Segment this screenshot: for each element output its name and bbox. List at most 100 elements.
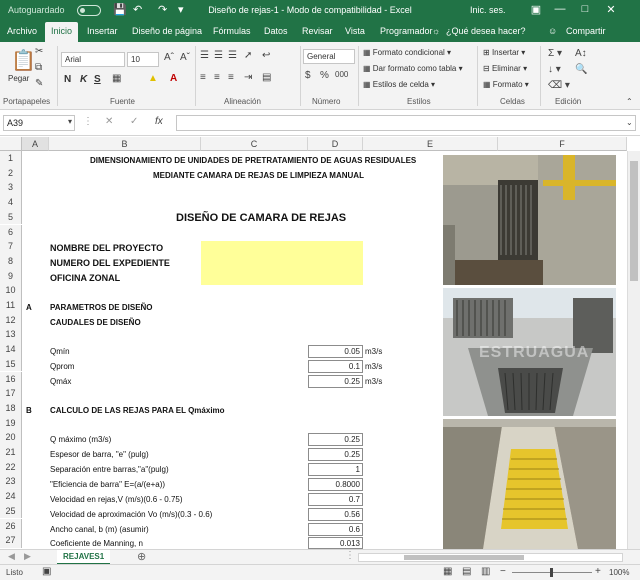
row-header[interactable]: 17 [0, 386, 22, 401]
comma-style-icon[interactable]: 000 [335, 70, 348, 79]
page-layout-view-icon[interactable]: ▤ [462, 566, 471, 577]
row-header[interactable]: 13 [0, 327, 22, 343]
paste-icon[interactable]: 📋 [11, 48, 36, 73]
font-name-select[interactable]: Arial [61, 52, 125, 67]
insert-function-button[interactable]: fx [155, 116, 163, 127]
confirm-entry-icon[interactable]: ✓ [130, 116, 138, 127]
add-sheet-icon[interactable]: ⊕ [137, 550, 146, 563]
zoom-in-icon[interactable]: + [595, 566, 601, 577]
format-cells-button[interactable]: ▦ Formato ▾ [483, 80, 529, 89]
maximize-icon[interactable]: □ [576, 3, 594, 15]
zoom-out-icon[interactable]: − [500, 566, 506, 577]
expand-formula-bar-icon[interactable]: ⌄ [626, 118, 633, 127]
name-box-dropdown-icon[interactable]: ▾ [68, 117, 72, 126]
row-header[interactable]: 15 [0, 356, 22, 372]
merge-center-icon[interactable]: ▤ [262, 72, 271, 83]
collapse-ribbon-icon[interactable]: ⌃ [626, 97, 633, 106]
column-header-a[interactable]: A [22, 137, 49, 151]
select-all-corner[interactable] [0, 137, 22, 151]
bold-button[interactable]: N [64, 74, 71, 85]
row-header[interactable]: 8 [0, 253, 22, 269]
row-header[interactable]: 12 [0, 312, 22, 328]
italic-button[interactable]: K [80, 74, 87, 85]
undo-icon[interactable]: ↶ [133, 3, 142, 16]
row-header[interactable]: 10 [0, 283, 22, 298]
cancel-entry-icon[interactable]: ✕ [105, 116, 113, 127]
share-button[interactable]: Compartir [566, 26, 606, 36]
calc-value-cell[interactable]: 0.56 [308, 508, 363, 521]
font-size-select[interactable]: 10 [127, 52, 159, 67]
row-header[interactable]: 25 [0, 503, 22, 519]
row-header[interactable]: 4 [0, 195, 22, 210]
photo-bar-screen-2[interactable]: ESTRUAGUA [443, 288, 616, 416]
row-header[interactable]: 24 [0, 489, 22, 504]
calc-value-cell[interactable]: 0.25 [308, 433, 363, 446]
tab-inicio[interactable]: Inicio [45, 22, 79, 42]
column-header-b[interactable]: B [49, 137, 201, 151]
normal-view-icon[interactable]: ▦ [443, 566, 452, 577]
save-icon[interactable]: 💾 [113, 3, 127, 16]
row-header[interactable]: 14 [0, 342, 22, 357]
tab-programador[interactable]: Programador [380, 26, 433, 36]
row-header[interactable]: 26 [0, 518, 22, 534]
indent-icon[interactable]: ⇥ [244, 72, 252, 83]
sheet-tab-divider-icon[interactable]: ⋮ [345, 550, 355, 561]
currency-icon[interactable]: $ [305, 70, 311, 81]
row-header[interactable]: 1 [0, 151, 22, 166]
prev-sheet-icon[interactable]: ◀ [8, 551, 15, 562]
decrease-font-icon[interactable]: Aˇ [180, 52, 190, 63]
conditional-format-button[interactable]: ▦ Formato condicional ▾ [363, 48, 451, 57]
tab-datos[interactable]: Datos [264, 26, 288, 36]
calc-value-cell[interactable]: 1 [308, 463, 363, 476]
tab-archivo[interactable]: Archivo [7, 26, 37, 36]
page-break-view-icon[interactable]: ▥ [481, 566, 490, 577]
borders-icon[interactable]: ▦ [112, 73, 121, 84]
row-header[interactable]: 22 [0, 459, 22, 475]
row-header[interactable]: 21 [0, 445, 22, 460]
wrap-text-icon[interactable]: ↩ [262, 50, 270, 61]
row-header[interactable]: 11 [0, 298, 22, 313]
row-header[interactable]: 19 [0, 415, 22, 431]
calc-value-cell[interactable]: 0.7 [308, 493, 363, 506]
row-header[interactable]: 18 [0, 400, 22, 416]
cell-styles-button[interactable]: ▦ Estilos de celda ▾ [363, 80, 435, 89]
align-middle-icon[interactable]: ☰ [214, 50, 223, 61]
row-header[interactable]: 6 [0, 224, 22, 240]
row-header[interactable]: 20 [0, 430, 22, 445]
next-sheet-icon[interactable]: ▶ [24, 551, 31, 562]
name-box[interactable]: A39 [3, 115, 75, 131]
horizontal-scroll-thumb[interactable] [404, 555, 524, 560]
tab-revisar[interactable]: Revisar [302, 26, 333, 36]
orientation-icon[interactable]: ➚ [244, 50, 252, 61]
zoom-slider[interactable] [512, 568, 592, 577]
paste-button[interactable]: Pegar [8, 74, 29, 83]
row-header[interactable]: 9 [0, 268, 22, 284]
row-header[interactable]: 23 [0, 474, 22, 490]
horizontal-scrollbar[interactable] [358, 553, 623, 562]
row-header[interactable]: 5 [0, 209, 22, 225]
column-header-c[interactable]: C [201, 137, 308, 151]
align-right-icon[interactable]: ≡ [228, 72, 234, 83]
photo-bar-screen-3[interactable] [443, 419, 616, 549]
formula-input[interactable] [176, 115, 636, 131]
row-header[interactable]: 3 [0, 180, 22, 196]
calc-value-cell[interactable]: 0.25 [308, 448, 363, 461]
tab-insertar[interactable]: Insertar [87, 26, 118, 36]
row-header[interactable]: 7 [0, 239, 22, 254]
delete-cells-button[interactable]: ⊟ Eliminar ▾ [483, 64, 527, 73]
customize-qat-icon[interactable]: ▾ [178, 3, 184, 16]
tell-me-search[interactable]: ¿Qué desea hacer? [446, 26, 526, 36]
underline-button[interactable]: S [94, 74, 101, 85]
increase-font-icon[interactable]: Aˆ [164, 52, 174, 63]
align-top-icon[interactable]: ☰ [200, 50, 209, 61]
sort-filter-icon[interactable]: A↕ [575, 48, 587, 59]
minimize-icon[interactable]: — [551, 3, 569, 15]
align-left-icon[interactable]: ≡ [200, 72, 206, 83]
redo-icon[interactable]: ↷ [158, 3, 167, 16]
project-info-input-area[interactable] [201, 241, 363, 285]
cut-icon[interactable]: ✂ [35, 46, 43, 57]
align-center-icon[interactable]: ≡ [214, 72, 220, 83]
flow-value-cell[interactable]: 0.25 [308, 375, 363, 388]
fill-icon[interactable]: ↓ ▾ [548, 64, 561, 75]
zoom-level[interactable]: 100% [609, 568, 629, 577]
